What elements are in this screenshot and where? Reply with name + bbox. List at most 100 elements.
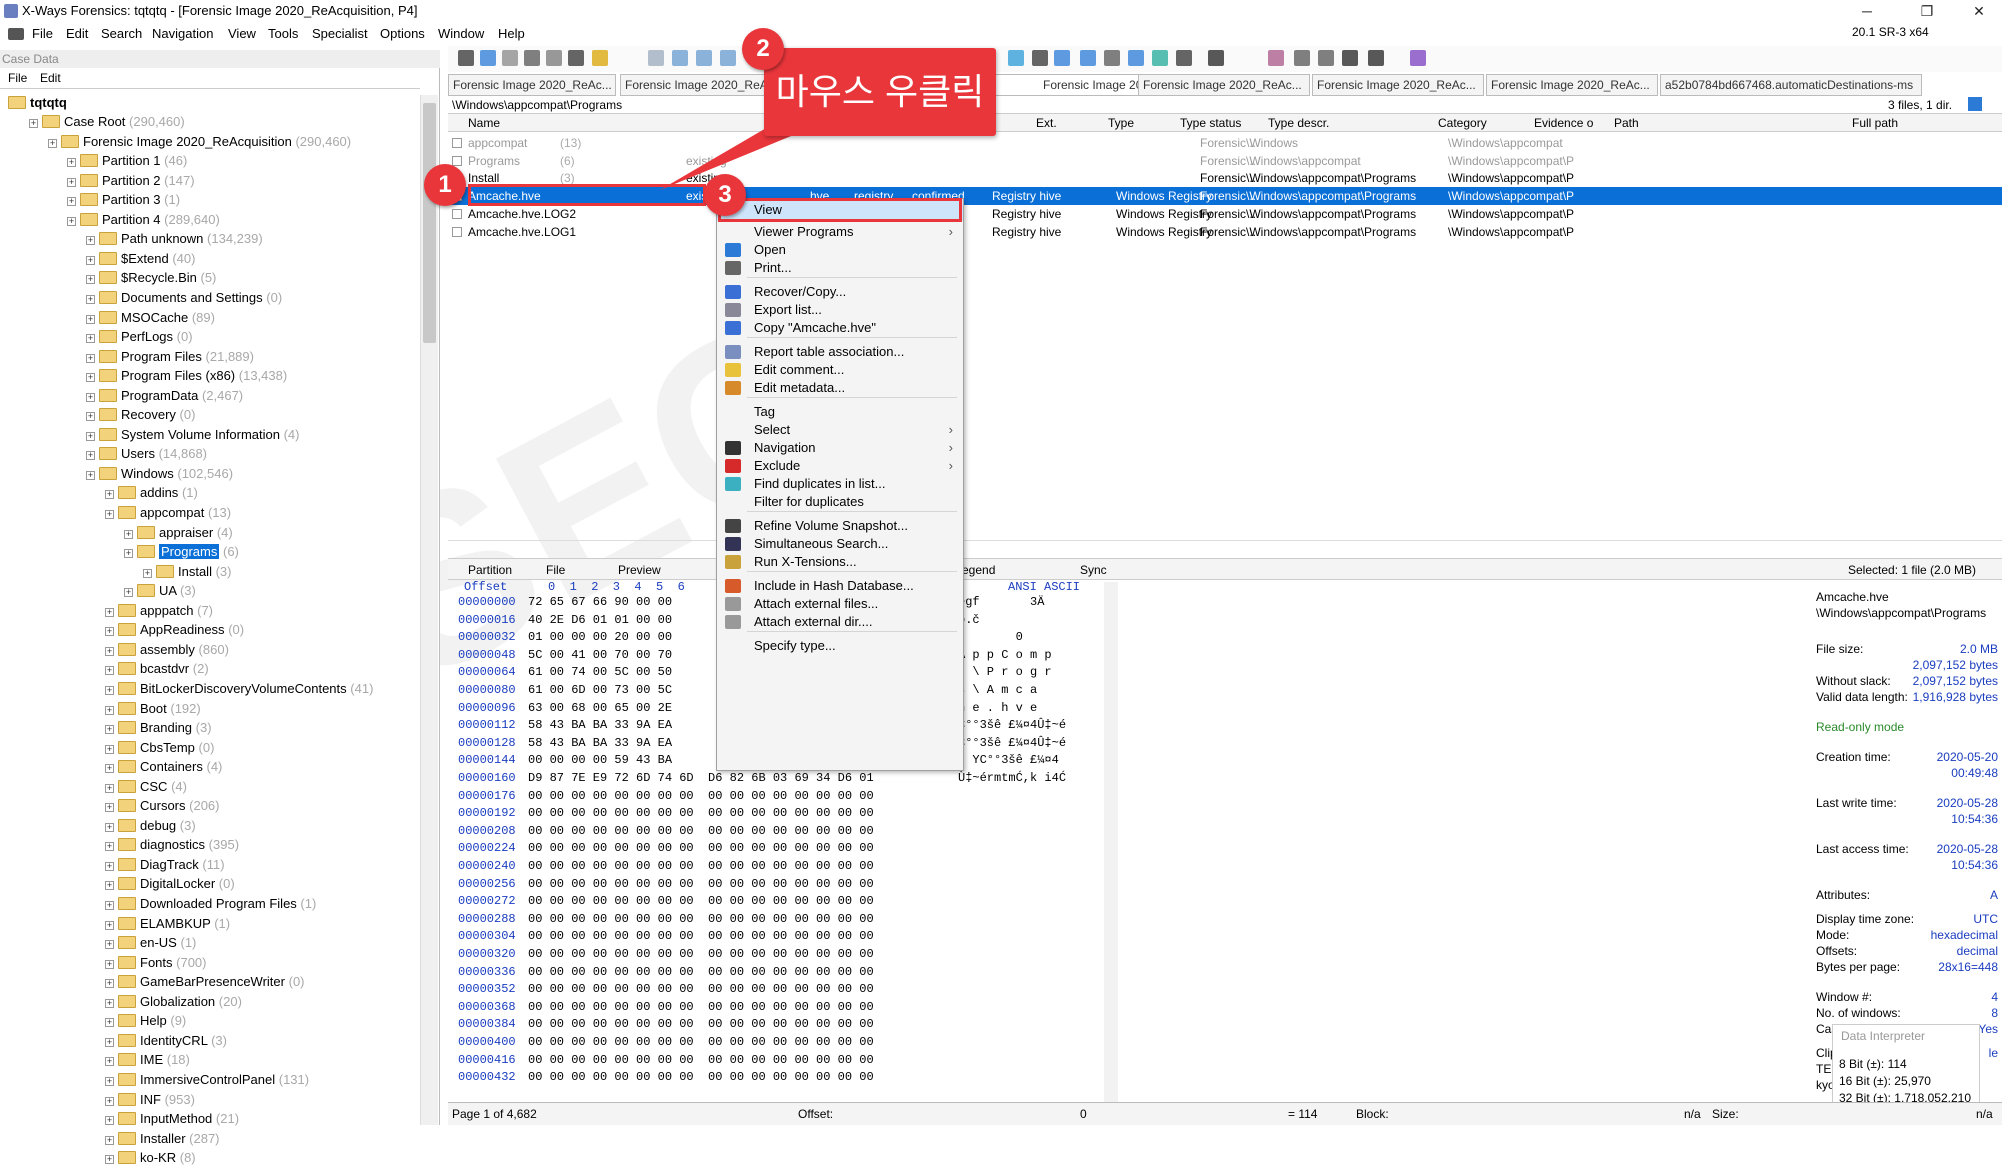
expand-icon[interactable]: + [105,646,114,656]
expand-icon[interactable]: + [105,764,114,774]
tree-item[interactable]: + addins (1) [105,483,198,502]
tree-item[interactable]: + Boot (192) [105,699,201,718]
expand-icon[interactable]: + [105,510,114,519]
menu-file[interactable]: File [32,26,53,41]
tab-preview[interactable]: Preview [618,559,661,581]
toolbar-button-icon[interactable] [720,50,736,66]
expand-icon[interactable]: + [86,314,95,324]
col-type-status[interactable]: Type status [1180,114,1241,132]
menu-item-edit-metadata[interactable]: Edit metadata... [717,377,963,399]
tree-item[interactable]: + UA (3) [124,581,196,600]
tree-item[interactable]: + System Volume Information (4) [86,425,299,444]
tree-item[interactable]: + Forensic Image 2020_ReAcquisition (290,… [48,132,351,151]
expand-icon[interactable]: + [105,861,114,871]
toolbar-button-icon[interactable] [480,50,496,66]
tab-partition[interactable]: Partition [468,559,512,581]
tree-item[interactable]: + CbsTemp (0) [105,738,214,757]
tab-image-4[interactable]: Forensic Image 2020_ReAc... [1138,74,1310,96]
toolbar-button-icon[interactable] [1008,50,1024,66]
tree-scrollbar[interactable] [420,95,438,1125]
toolbar-button-icon[interactable] [1128,50,1144,66]
tree-item[interactable]: + Help (9) [105,1011,186,1030]
file-row[interactable]: Amcache.hve.LOG2LOG2registryconfirmedReg… [448,205,2002,223]
tree-item[interactable]: + MSOCache (89) [86,308,215,327]
menu-tools[interactable]: Tools [268,26,298,41]
tree-item[interactable]: + apppatch (7) [105,601,213,620]
scroll-thumb[interactable] [423,103,436,343]
menu-search[interactable]: Search [101,26,142,41]
tree-item[interactable]: + AppReadiness (0) [105,620,244,639]
tree-item[interactable]: + Globalization (20) [105,992,242,1011]
tree-item[interactable]: + Install (3) [143,562,231,581]
col-type[interactable]: Type [1108,114,1134,132]
expand-icon[interactable]: + [105,1076,114,1086]
expand-icon[interactable]: + [105,744,114,754]
row-checkbox[interactable] [452,155,462,166]
tree-item[interactable]: + Programs (6) [124,542,239,561]
col-type-descr[interactable]: Type descr. [1268,114,1329,132]
tab-image-1[interactable]: Forensic Image 2020_ReAc... [448,74,616,96]
tree-item[interactable]: + ProgramData (2,467) [86,386,243,405]
hex-scrollbar[interactable] [1104,582,1118,1102]
tree-item[interactable]: + ImmersiveControlPanel (131) [105,1070,309,1089]
tree-item[interactable]: + Installer (287) [105,1129,220,1148]
menu-edit[interactable]: Edit [66,26,88,41]
expand-icon[interactable]: + [105,1018,114,1028]
tree-item[interactable]: + Partition 2 (147) [67,171,195,190]
expand-icon[interactable]: + [86,353,95,363]
menu-window[interactable]: Window [438,26,484,41]
case-menu-edit[interactable]: Edit [40,71,61,85]
expand-icon[interactable]: + [105,998,114,1008]
tree-item[interactable]: + Windows (102,546) [86,464,233,483]
minimize-button[interactable]: ─ [1844,0,1890,22]
tree-item[interactable]: + PerfLogs (0) [86,327,193,346]
toolbar-button-icon[interactable] [672,50,688,66]
menu-navigation[interactable]: Navigation [152,26,213,41]
tree-item[interactable]: + Partition 3 (1) [67,190,180,209]
expand-icon[interactable]: + [143,568,152,578]
expand-icon[interactable]: + [105,666,114,676]
toolbar-button-icon[interactable] [592,50,608,66]
tree-item[interactable]: + DigitalLocker (0) [105,874,235,893]
tree-item[interactable]: + DiagTrack (11) [105,855,225,874]
menu-options[interactable]: Options [380,26,425,41]
expand-icon[interactable]: + [105,940,114,950]
expand-icon[interactable]: + [86,236,95,246]
toolbar-button-icon[interactable] [1268,50,1284,66]
expand-icon[interactable]: + [105,685,114,695]
tree-item[interactable]: + BitLockerDiscoveryVolumeContents (41) [105,679,373,698]
toolbar-button-icon[interactable] [502,50,518,66]
toolbar-button-icon[interactable] [1342,50,1358,66]
file-list-hscroll[interactable] [448,540,2002,556]
row-checkbox[interactable] [452,208,462,219]
toolbar-button-icon[interactable] [1032,50,1048,66]
tree-item[interactable]: + GameBarPresenceWriter (0) [105,972,305,991]
expand-icon[interactable]: + [105,959,114,969]
menu-item-run-x-tensions[interactable]: Run X-Tensions... [717,551,963,573]
tree-item[interactable]: + assembly (860) [105,640,229,659]
toolbar-button-icon[interactable] [546,50,562,66]
tree-item[interactable]: + IdentityCRL (3) [105,1031,227,1050]
col-path[interactable]: Path [1614,114,1639,132]
expand-icon[interactable]: + [105,725,114,735]
expand-icon[interactable]: + [29,119,38,128]
tree-item[interactable]: + CSC (4) [105,777,187,796]
tree-item[interactable]: + Branding (3) [105,718,212,737]
row-checkbox[interactable] [452,138,462,148]
tab-automatic-destinations[interactable]: a52b0784bd667468.automaticDestinations-m… [1660,74,1922,96]
row-checkbox[interactable] [452,226,462,237]
expand-icon[interactable]: + [86,373,95,383]
expand-icon[interactable]: + [105,1155,114,1165]
tree-item[interactable]: + Users (14,868) [86,444,207,463]
expand-icon[interactable]: + [86,451,95,461]
tree-item[interactable]: + Path unknown (134,239) [86,229,263,248]
expand-icon[interactable]: + [105,627,114,637]
menu-item-specify-type[interactable]: Specify type... [717,635,963,657]
expand-icon[interactable]: + [105,979,114,989]
expand-icon[interactable]: + [67,197,76,207]
tab-image-2[interactable]: Forensic Image 2020_ReAc... [620,74,788,96]
col-ext[interactable]: Ext. [1036,114,1057,132]
toolbar-button-icon[interactable] [458,50,474,66]
tree-item[interactable]: + appcompat (13) [105,503,231,522]
tab-image-6[interactable]: Forensic Image 2020_ReAc... [1486,74,1658,96]
